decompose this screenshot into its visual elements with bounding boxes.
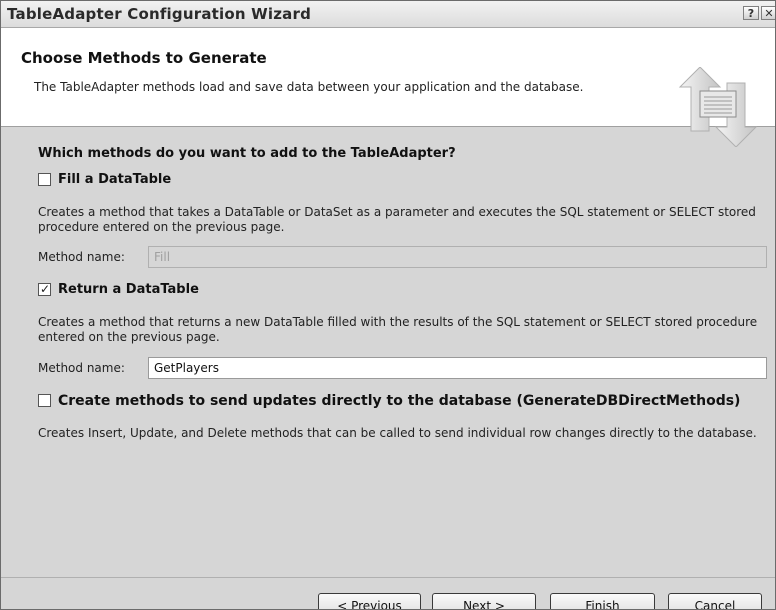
direct-methods-label[interactable]: Create methods to send updates directly …: [58, 393, 740, 409]
wizard-header: Choose Methods to Generate The TableAdap…: [1, 28, 775, 147]
direct-methods-description: Creates Insert, Update, and Delete metho…: [38, 426, 757, 440]
checkmark-icon: ✓: [40, 282, 51, 296]
return-datatable-label[interactable]: Return a DataTable: [58, 282, 199, 297]
methods-question: Which methods do you want to add to the …: [38, 146, 456, 161]
help-button[interactable]: ?: [743, 6, 759, 20]
fill-datatable-label[interactable]: Fill a DataTable: [58, 172, 171, 187]
window-title: TableAdapter Configuration Wizard: [7, 5, 312, 23]
fill-method-name-input[interactable]: Fill: [148, 246, 767, 268]
finish-button[interactable]: Finish: [550, 593, 655, 609]
return-method-name-input[interactable]: GetPlayers: [148, 357, 767, 379]
previous-button[interactable]: < Previous: [318, 593, 421, 609]
close-button[interactable]: ✕: [761, 6, 775, 20]
fill-datatable-checkbox[interactable]: [38, 173, 51, 186]
fill-method-name-label: Method name:: [38, 250, 125, 264]
page-title: Choose Methods to Generate: [21, 49, 267, 67]
page-description: The TableAdapter methods load and save d…: [34, 80, 584, 94]
return-datatable-checkbox[interactable]: ✓: [38, 282, 51, 296]
wizard-window: TableAdapter Configuration Wizard ? ✕ Ch…: [0, 0, 776, 610]
wizard-content: Which methods do you want to add to the …: [1, 127, 775, 609]
cancel-button[interactable]: Cancel: [668, 593, 762, 609]
return-datatable-description: Creates a method that returns a new Data…: [38, 315, 758, 344]
fill-datatable-description: Creates a method that takes a DataTable …: [38, 205, 756, 234]
footer-divider: [1, 577, 775, 578]
title-bar[interactable]: TableAdapter Configuration Wizard ? ✕: [1, 1, 775, 28]
direct-methods-checkbox[interactable]: [38, 394, 51, 407]
return-method-name-label: Method name:: [38, 361, 125, 375]
next-button[interactable]: Next >: [432, 593, 536, 609]
